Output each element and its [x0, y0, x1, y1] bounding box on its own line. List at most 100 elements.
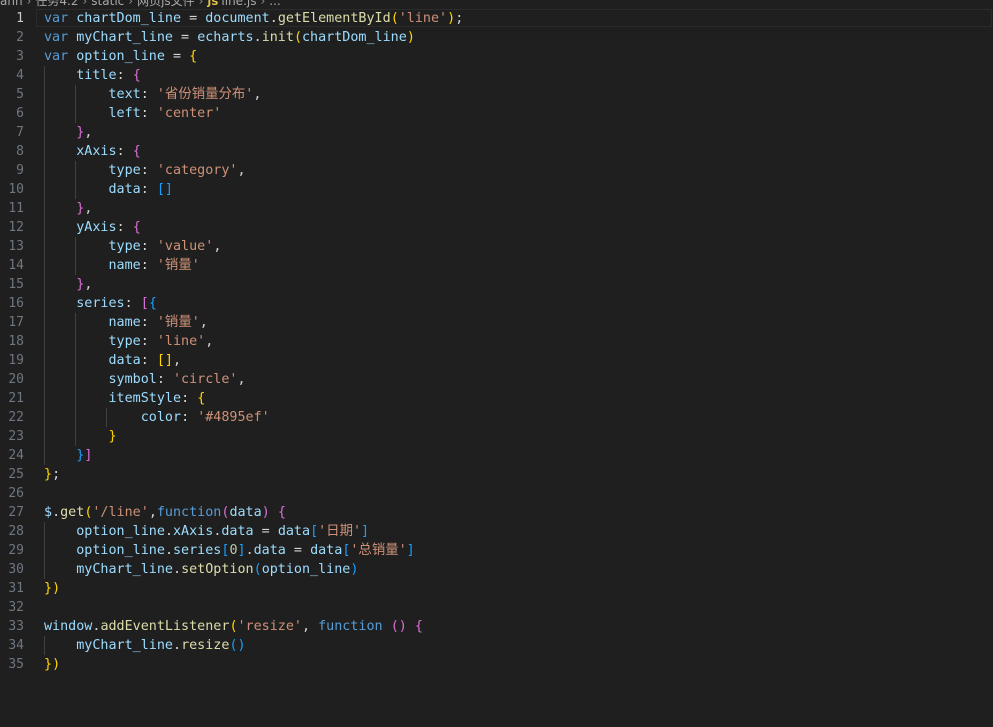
line-number: 22	[8, 410, 24, 425]
breadcrumb-separator-icon: ›	[198, 0, 204, 8]
line-number: 29	[8, 543, 24, 558]
code-line[interactable]: left: 'center'	[44, 104, 463, 123]
code-line[interactable]: }]	[44, 446, 463, 465]
code-token: ,	[173, 353, 182, 368]
code-line[interactable]: option_line.series[0].data = data['总销量']	[44, 541, 463, 560]
code-line[interactable]: type: 'line',	[44, 332, 463, 351]
code-line[interactable]: var myChart_line = echarts.init(chartDom…	[44, 28, 463, 47]
code-token: :	[140, 106, 157, 121]
line-number: 16	[8, 296, 24, 311]
code-line[interactable]	[44, 598, 463, 617]
code-line[interactable]: })	[44, 579, 463, 598]
code-line[interactable]: window.addEventListener('resize', functi…	[44, 617, 463, 636]
code-line[interactable]: title: {	[44, 66, 463, 85]
breadcrumb-item[interactable]: ...	[269, 0, 280, 8]
code-line[interactable]: name: '销量',	[44, 313, 463, 332]
code-token: :	[140, 239, 157, 254]
indent-guide	[44, 142, 45, 161]
breadcrumb-item[interactable]: line.js	[221, 0, 256, 8]
breadcrumb-item[interactable]: ann	[0, 0, 23, 8]
breadcrumb-item[interactable]: 网页js文件	[137, 0, 195, 8]
indent-guide	[44, 351, 45, 370]
code-line[interactable]: myChart_line.resize()	[44, 636, 463, 655]
code-line[interactable]: var option_line = {	[44, 47, 463, 66]
code-line[interactable]: type: 'value',	[44, 237, 463, 256]
indent-guide	[44, 85, 45, 104]
code-token: ]	[237, 543, 246, 558]
code-line[interactable]: option_line.xAxis.data = data['日期']	[44, 522, 463, 541]
code-line[interactable]: symbol: 'circle',	[44, 370, 463, 389]
code-token: '日期'	[318, 524, 362, 539]
code-token: getElementById	[277, 11, 391, 26]
code-token: data	[277, 524, 311, 539]
code-line[interactable]: myChart_line.setOption(option_line)	[44, 560, 463, 579]
code-token: =	[164, 49, 190, 64]
line-number: 11	[8, 201, 24, 216]
code-token: ,	[84, 201, 93, 216]
code-token: myChart_line	[76, 638, 173, 653]
breadcrumb-separator-icon: ›	[26, 0, 32, 8]
code-area[interactable]: var chartDom_line = document.getElementB…	[44, 9, 463, 674]
code-token: symbol	[108, 372, 157, 387]
code-token: '/line'	[92, 505, 149, 520]
code-token: data	[229, 505, 262, 520]
code-token: option_line	[76, 49, 165, 64]
code-line[interactable]: })	[44, 655, 463, 674]
code-token: ]	[406, 543, 415, 558]
code-token: :	[140, 182, 157, 197]
code-token: {	[132, 220, 141, 235]
indent-guide	[74, 180, 76, 199]
code-token: .	[173, 638, 182, 653]
code-token: left	[108, 106, 141, 121]
code-line[interactable]: name: '销量'	[44, 256, 463, 275]
code-line[interactable]: },	[44, 275, 463, 294]
code-line[interactable]: color: '#4895ef'	[44, 408, 463, 427]
code-token: '总销量'	[350, 543, 407, 558]
code-line[interactable]: itemStyle: {	[44, 389, 463, 408]
code-line[interactable]: text: '省份销量分布',	[44, 85, 463, 104]
code-line[interactable]: },	[44, 123, 463, 142]
line-number: 13	[8, 239, 24, 254]
indent-guide	[44, 446, 45, 465]
code-token: color	[140, 410, 182, 425]
code-line[interactable]: data: []	[44, 180, 463, 199]
code-token: :	[140, 353, 157, 368]
code-line[interactable]: };	[44, 465, 463, 484]
breadcrumb-item[interactable]: static	[91, 0, 124, 8]
line-number: 15	[8, 277, 24, 292]
line-number: 32	[8, 600, 24, 615]
code-token: document	[205, 11, 270, 26]
code-line[interactable]: $.get('/line',function(data) {	[44, 503, 463, 522]
code-editor[interactable]: ann › 任务4.2 › static › 网页js文件 › JS line.js ›... 12…	[0, 0, 993, 727]
code-line[interactable]: xAxis: {	[44, 142, 463, 161]
code-line[interactable]: series: [{	[44, 294, 463, 313]
breadcrumb-item[interactable]: 任务4.2	[35, 0, 78, 8]
code-token: [	[140, 296, 149, 311]
code-line[interactable]: yAxis: {	[44, 218, 463, 237]
code-token: type	[108, 334, 141, 349]
code-token: ]	[84, 448, 93, 463]
code-token: var	[44, 30, 69, 45]
code-line[interactable]: },	[44, 199, 463, 218]
code-line[interactable]: data: [],	[44, 351, 463, 370]
code-token: .	[164, 524, 173, 539]
code-token: 'category'	[156, 163, 238, 178]
code-token: {	[189, 49, 198, 64]
code-token: .	[173, 562, 182, 577]
code-line[interactable]: }	[44, 427, 463, 446]
code-line[interactable]	[44, 484, 463, 503]
code-token: echarts	[197, 30, 254, 45]
code-token: :	[140, 334, 157, 349]
code-token: name	[108, 258, 141, 273]
line-number: 10	[8, 182, 24, 197]
code-token: )	[52, 581, 61, 596]
code-token: setOption	[181, 562, 254, 577]
indent-guide	[74, 313, 76, 332]
code-line[interactable]: type: 'category',	[44, 161, 463, 180]
code-token: '销量'	[156, 315, 200, 330]
code-line[interactable]: var chartDom_line = document.getElementB…	[44, 9, 463, 28]
